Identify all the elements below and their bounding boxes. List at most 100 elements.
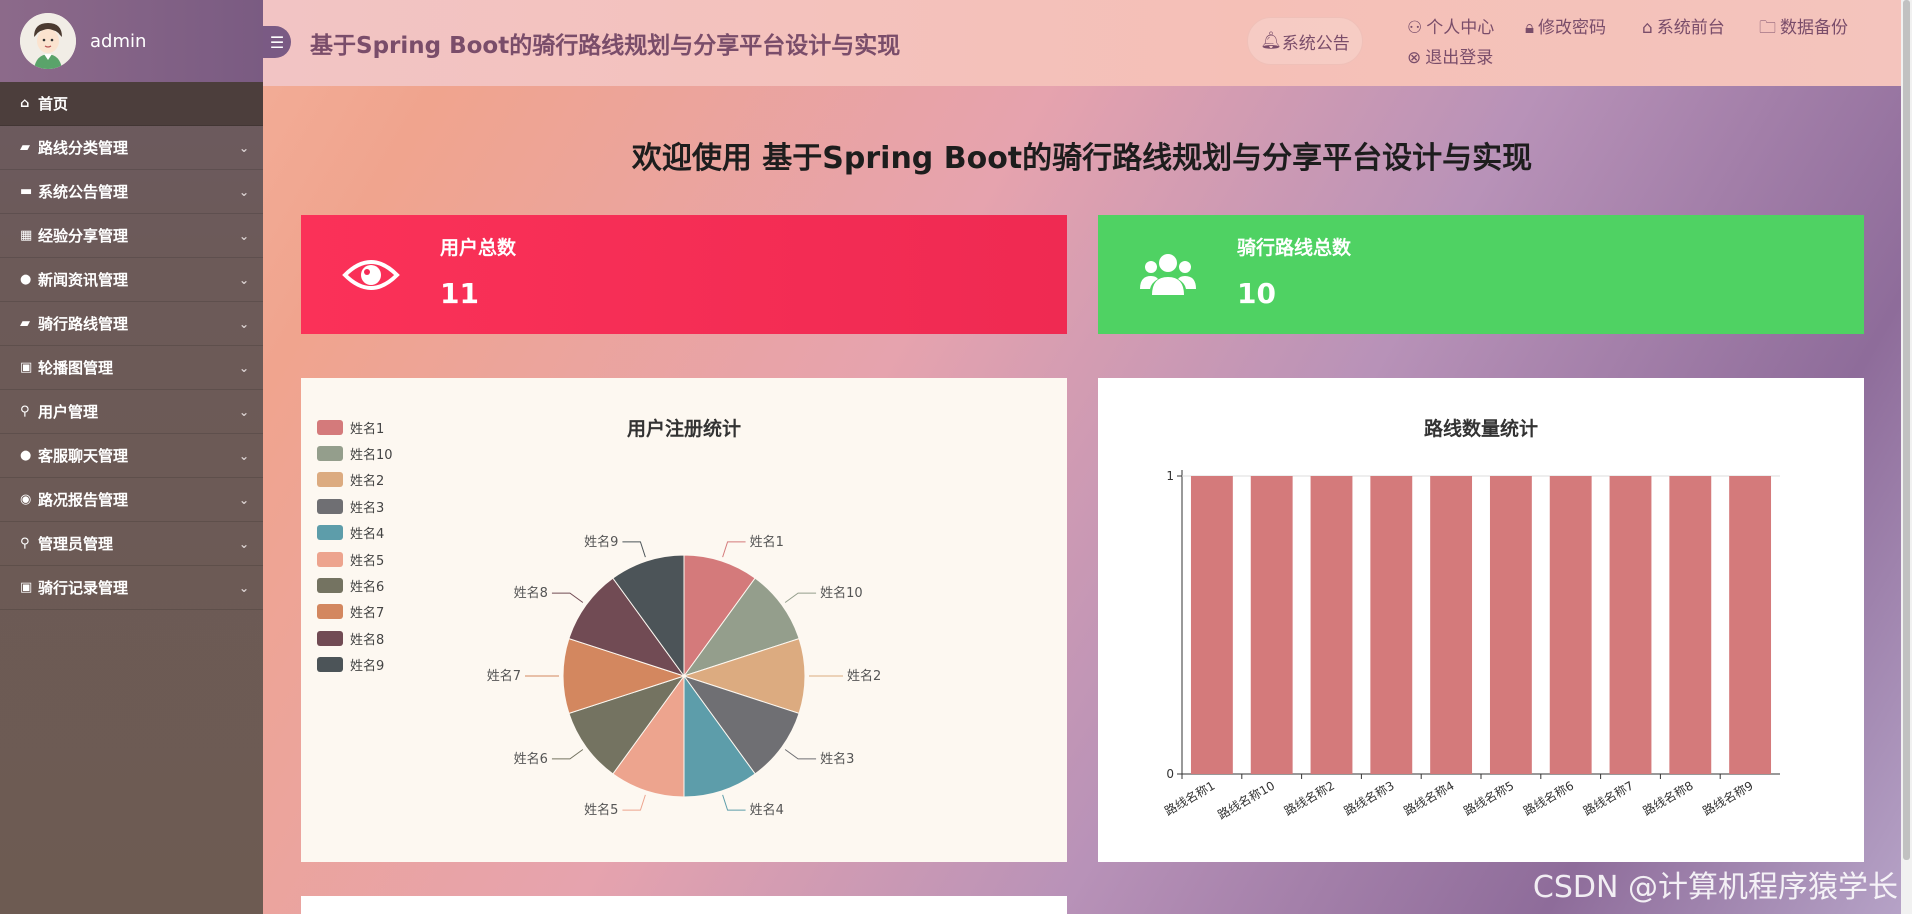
bar-chart: 01路线名称1路线名称10 路线名称2 路线名称3 路线名称4 路线名称5 路线名称6 路线… [1162,469,1780,823]
chevron-down-icon: ⌄ [238,492,249,507]
pie-label-line [722,541,746,558]
y-tick-label: 1 [1166,469,1174,483]
pie-label-line [784,749,817,760]
sidebar: admin ⌂ 首页 ▰ 路线分类管理 ⌄ ▬ 系统公告管理 ⌄ ▦ 经验分享管理 ⌄ ● 新闻资讯管理… [0,0,263,914]
sidebar-item-label: 经验分享管理 [38,227,129,245]
sidebar-header: admin [0,0,263,82]
sidebar-item[interactable]: ▣ 轮播图管理 ⌄ [0,346,263,390]
sidebar-item[interactable]: ▦ 经验分享管理 ⌄ [0,214,263,258]
sidebar-item-label: 首页 [38,95,69,113]
x-tick-label: 路线名称7 [1580,778,1636,819]
profile-link[interactable]: ⚇ 个人中心 [1407,13,1494,38]
drop-icon: ● [20,272,32,287]
sidebar-item[interactable]: ▬ 系统公告管理 ⌄ [0,170,263,214]
eye-icon [342,260,400,290]
bell-icon: 🔔︎ [1260,31,1282,51]
pie-label: 姓名8 [514,585,548,601]
scrollbar[interactable] [1901,0,1912,914]
backup-label: 数据备份 [1780,18,1848,38]
change-password-label: 修改密码 [1538,18,1607,38]
sidebar-item[interactable]: ▰ 骑行路线管理 ⌄ [0,302,263,346]
stat-card-users: 用户总数 11 [301,215,1067,334]
pie-label-line [551,749,584,760]
bar[interactable] [1549,476,1592,774]
sidebar-item-label: 路线分类管理 [38,139,129,157]
pie-label-line [784,592,817,603]
bar[interactable] [1729,476,1772,774]
target-icon: ◉ [20,492,32,507]
pie-label: 姓名7 [487,668,521,684]
pie-label: 姓名3 [820,751,854,767]
notice-button[interactable]: 🔔︎ 系统公告 [1247,17,1363,65]
chevron-down-icon: ⌄ [238,536,249,551]
pie-label: 姓名5 [584,802,618,818]
home-icon: ⌂ [20,96,30,111]
sidebar-item[interactable]: ⚲ 管理员管理 ⌄ [0,522,263,566]
scrollbar-thumb[interactable] [1903,0,1910,860]
pie-label-line [622,541,646,558]
folder-icon: ▰ [20,316,30,331]
chevron-down-icon: ⌄ [238,404,249,419]
sidebar-item[interactable]: ● 新闻资讯管理 ⌄ [0,258,263,302]
sidebar-item-label: 路况报告管理 [38,491,129,509]
bar[interactable] [1430,476,1473,774]
x-tick-label: 路线名称6 [1521,778,1577,819]
avatar[interactable] [20,13,76,69]
stat-value: 10 [1237,277,1276,310]
bar[interactable] [1669,476,1712,774]
chevron-down-icon: ⌄ [238,316,249,331]
sidebar-item[interactable]: ◉ 路况报告管理 ⌄ [0,478,263,522]
watermark: CSDN @计算机程序猿学长 [1532,870,1898,905]
bar[interactable] [1310,476,1353,774]
user-registration-chart-panel: 用户注册统计 姓名1 姓名10 姓名2 姓名3 姓名4 姓名5 姓名6 姓名7 姓名8 姓名9 姓… [301,378,1067,862]
route-count-chart-panel: 路线数量统计 0 1 路线名称1 路线名称10 路线名称2 路线名称3 路线名称4 路线名称5… [1098,378,1864,862]
sidebar-item[interactable]: ⚲ 用户管理 ⌄ [0,390,263,434]
bar[interactable] [1489,476,1532,774]
chevron-down-icon: ⌄ [238,184,249,199]
x-tick-label: 路线名称10 [1215,778,1277,823]
chevron-down-icon: ⌄ [238,140,249,155]
sidebar-item[interactable]: ▰ 路线分类管理 ⌄ [0,126,263,170]
sidebar-item-label: 骑行路线管理 [38,315,129,333]
home-icon: ⌂ [1642,18,1653,38]
pie-label-line [722,794,746,811]
sidebar-item-label: 轮播图管理 [38,359,114,377]
pie-label-line [551,592,584,603]
frontend-label: 系统前台 [1656,18,1725,38]
frontend-link[interactable]: ⌂ 系统前台 [1642,13,1725,38]
card-icon: ▬ [20,184,33,199]
chevron-down-icon: ⌄ [238,360,249,375]
grid-icon: ▦ [20,228,33,243]
sidebar-item-label: 管理员管理 [38,535,114,553]
chevron-down-icon: ⌄ [238,272,249,287]
sidebar-item[interactable]: ▣ 骑行记录管理 ⌄ [0,566,263,610]
sidebar-menu: ⌂ 首页 ▰ 路线分类管理 ⌄ ▬ 系统公告管理 ⌄ ▦ 经验分享管理 ⌄ ● 新闻资讯管理 ⌄ ▰ 骑行路线… [0,82,263,610]
sidebar-item[interactable]: ⌂ 首页 [0,82,263,126]
logout-link[interactable]: ⊗ 退出登录 [1407,43,1493,68]
admin-name: admin [90,30,147,52]
bar[interactable] [1190,476,1233,774]
sidebar-item-label: 系统公告管理 [38,183,129,201]
notice-label: 系统公告 [1281,33,1350,54]
folder-icon: ▰ [20,140,30,155]
next-panel [301,896,1067,914]
pie-label: 姓名6 [514,751,548,767]
stat-card-routes: 骑行路线总数 10 [1098,215,1864,334]
circle-icon: ● [20,448,32,463]
sidebar-item[interactable]: ● 客服聊天管理 ⌄ [0,434,263,478]
bar[interactable] [1370,476,1413,774]
chevron-down-icon: ⌄ [238,228,249,243]
stat-value: 11 [440,277,479,310]
x-tick-label: 路线名称1 [1162,778,1218,819]
backup-link[interactable]: 🗀 数据备份 [1759,13,1848,44]
x-tick-label: 路线名称8 [1640,778,1696,819]
logout-label: 退出登录 [1425,48,1494,68]
user-icon: ⚲ [20,404,30,419]
stat-label: 用户总数 [440,237,517,259]
change-password-link[interactable]: 🔒︎ 修改密码 [1525,13,1606,38]
bar[interactable] [1609,476,1652,774]
folder-icon: 🗀 [1759,18,1776,38]
profile-link-label: 个人中心 [1426,18,1495,38]
bar[interactable] [1250,476,1293,774]
chevron-down-icon: ⌄ [238,448,249,463]
